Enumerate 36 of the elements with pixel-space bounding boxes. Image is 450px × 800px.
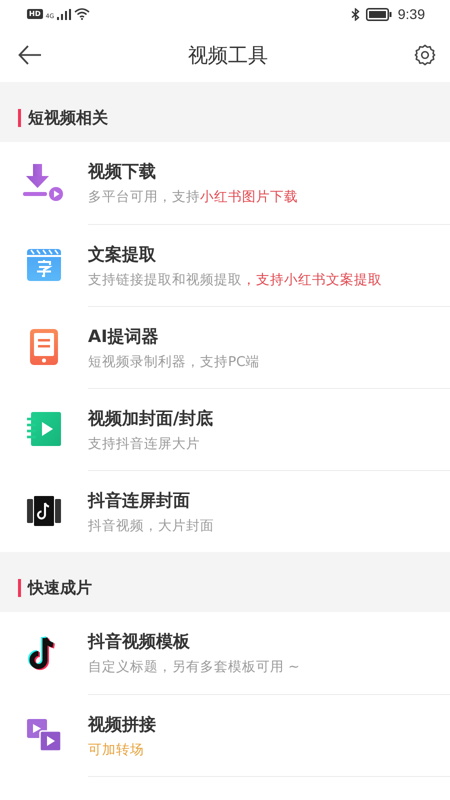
video-notebook-icon <box>27 412 61 446</box>
tool-title: 视频加封面/封底 <box>88 408 214 430</box>
battery-icon <box>366 8 392 20</box>
tool-description: 抖音视频，大片封面 <box>88 516 215 534</box>
tool-item[interactable]: 文案提取 支持链接提取和视频提取，支持小红书文案提取 <box>0 224 450 306</box>
tool-title: 文案提取 <box>88 244 157 266</box>
tool-title: AI提词器 <box>88 326 160 348</box>
tool-item[interactable]: 视频加封面/封底 支持抖音连屏大片 <box>0 388 450 470</box>
tool-description: 短视频录制利器，支持PC端 <box>88 352 261 370</box>
tool-description: 多平台可用，支持小红书图片下载 <box>88 188 299 206</box>
signal-icon <box>57 8 72 20</box>
settings-icon <box>414 44 436 66</box>
tool-title: 抖音视频模板 <box>88 631 191 653</box>
video-merge-icon <box>27 719 61 751</box>
tool-title: 抖音连屏封面 <box>88 490 191 512</box>
back-arrow-icon <box>18 45 42 65</box>
tool-item[interactable]: 抖音连屏封面 抖音视频，大片封面 <box>0 470 450 552</box>
section-title: 短视频相关 <box>28 108 108 128</box>
page-title: 视频工具 <box>188 42 268 68</box>
tool-description: 支持链接提取和视频提取，支持小红书文案提取 <box>88 270 383 288</box>
tool-item[interactable]: 视频下载 多平台可用，支持小红书图片下载 <box>0 142 450 224</box>
section-title: 快速成片 <box>28 578 92 598</box>
bluetooth-icon <box>350 8 360 20</box>
music-note-frame-icon <box>27 496 61 526</box>
phone-icon <box>30 329 58 365</box>
tool-item[interactable]: AI提词器 短视频录制利器，支持PC端 <box>0 306 450 388</box>
caption-icon <box>27 249 61 281</box>
tool-description: 可加转场 <box>88 740 145 758</box>
download-icon <box>23 164 65 202</box>
wifi-icon <box>74 8 90 20</box>
tool-title: 视频下载 <box>88 161 157 183</box>
tool-item[interactable]: 抖音视频模板 自定义标题，另有多套模板可用 ~ <box>0 612 450 694</box>
tool-title: 视频拼接 <box>88 714 157 736</box>
status-time: 9:39 <box>398 6 425 22</box>
tool-description: 支持抖音连屏大片 <box>88 434 201 452</box>
tool-description: 自定义标题，另有多套模板可用 ~ <box>88 658 301 676</box>
